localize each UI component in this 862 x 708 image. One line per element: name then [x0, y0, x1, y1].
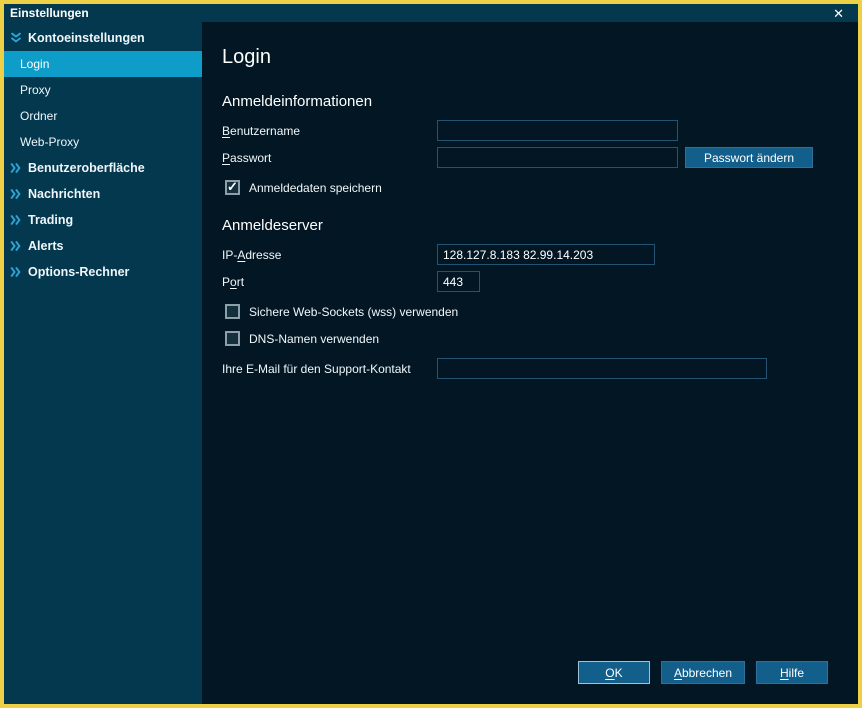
titlebar[interactable]: Einstellungen ✕	[4, 4, 858, 22]
help-button[interactable]: Hilfe	[756, 661, 828, 684]
checkmark-icon: ✓	[227, 179, 238, 195]
sidebar-item-label: Kontoeinstellungen	[28, 31, 145, 45]
sidebar-item-label: Options-Rechner	[28, 265, 129, 279]
dns-row: ✓ DNS-Namen verwenden	[225, 331, 828, 346]
chevron-double-right-icon	[10, 214, 24, 226]
wss-label: Sichere Web-Sockets (wss) verwenden	[249, 305, 458, 319]
sidebar-item-proxy[interactable]: Proxy	[4, 77, 202, 103]
password-label: Passwort	[222, 151, 437, 165]
dialog-footer: OK Abbrechen Hilfe	[578, 661, 828, 684]
wss-row: ✓ Sichere Web-Sockets (wss) verwenden	[225, 304, 828, 319]
main-panel: Login Anmeldeinformationen Benutzername …	[202, 22, 858, 704]
chevron-double-right-icon	[10, 266, 24, 278]
page-title: Login	[222, 46, 828, 69]
dns-checkbox[interactable]: ✓	[225, 331, 240, 346]
sidebar: Kontoeinstellungen Login Proxy Ordner We…	[4, 22, 202, 704]
close-icon[interactable]: ✕	[825, 7, 852, 20]
username-row: Benutzername	[222, 120, 828, 141]
wss-checkbox[interactable]: ✓	[225, 304, 240, 319]
password-input[interactable]	[437, 147, 678, 168]
password-row: Passwort Passwort ändern	[222, 147, 828, 168]
username-label: Benutzername	[222, 124, 437, 138]
login-info-section: Anmeldeinformationen Benutzername Passwo…	[222, 93, 828, 195]
support-email-row: Ihre E-Mail für den Support-Kontakt	[222, 358, 828, 379]
settings-window: Einstellungen ✕ Kontoeinstellungen Login…	[0, 0, 862, 708]
sidebar-item-label: Proxy	[20, 83, 51, 97]
login-info-heading: Anmeldeinformationen	[222, 93, 828, 110]
port-label: Port	[222, 275, 437, 289]
sidebar-item-label: Nachrichten	[28, 187, 100, 201]
ok-button[interactable]: OK	[578, 661, 650, 684]
username-input[interactable]	[437, 120, 678, 141]
support-email-input[interactable]	[437, 358, 767, 379]
remember-credentials-label: Anmeldedaten speichern	[249, 181, 382, 195]
ip-address-row: IP-Adresse	[222, 244, 828, 265]
ip-address-label: IP-Adresse	[222, 248, 437, 262]
dns-label: DNS-Namen verwenden	[249, 332, 379, 346]
remember-credentials-checkbox[interactable]: ✓	[225, 180, 240, 195]
port-row: Port	[222, 271, 828, 292]
sidebar-item-benutzeroberflaeche[interactable]: Benutzeroberfläche	[4, 155, 202, 181]
sidebar-item-web-proxy[interactable]: Web-Proxy	[4, 129, 202, 155]
port-input[interactable]	[437, 271, 480, 292]
sidebar-item-label: Trading	[28, 213, 73, 227]
chevron-double-right-icon	[10, 162, 24, 174]
chevron-double-right-icon	[10, 240, 24, 252]
change-password-button[interactable]: Passwort ändern	[685, 147, 813, 168]
sidebar-item-alerts[interactable]: Alerts	[4, 233, 202, 259]
sidebar-item-login[interactable]: Login	[4, 51, 202, 77]
remember-credentials-row: ✓ Anmeldedaten speichern	[225, 180, 828, 195]
sidebar-item-label: Alerts	[28, 239, 63, 253]
sidebar-item-kontoeinstellungen[interactable]: Kontoeinstellungen	[4, 25, 202, 51]
sidebar-item-options-rechner[interactable]: Options-Rechner	[4, 259, 202, 285]
support-email-label: Ihre E-Mail für den Support-Kontakt	[222, 362, 437, 376]
sidebar-item-trading[interactable]: Trading	[4, 207, 202, 233]
cancel-button[interactable]: Abbrechen	[661, 661, 745, 684]
ip-address-input[interactable]	[437, 244, 655, 265]
chevron-double-right-icon	[10, 188, 24, 200]
sidebar-item-label: Web-Proxy	[20, 135, 79, 149]
sidebar-item-label: Login	[20, 57, 49, 71]
window-title: Einstellungen	[10, 6, 89, 20]
sidebar-item-nachrichten[interactable]: Nachrichten	[4, 181, 202, 207]
sidebar-item-label: Ordner	[20, 109, 57, 123]
server-heading: Anmeldeserver	[222, 217, 828, 234]
sidebar-item-label: Benutzeroberfläche	[28, 161, 145, 175]
sidebar-item-ordner[interactable]: Ordner	[4, 103, 202, 129]
server-section: Anmeldeserver IP-Adresse Port ✓ Sichere …	[222, 217, 828, 379]
window-body: Kontoeinstellungen Login Proxy Ordner We…	[4, 22, 858, 704]
chevron-double-down-icon	[10, 32, 24, 44]
